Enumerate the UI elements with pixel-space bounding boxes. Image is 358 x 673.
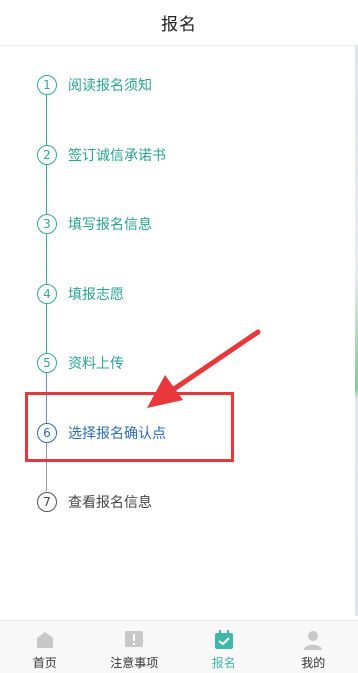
screen: 报名 1 阅读报名须知 2 签订诚信承诺书 3 填写报名信息 4 填报志愿 5 … bbox=[0, 0, 358, 673]
registration-icon bbox=[213, 629, 235, 651]
tab-home[interactable]: 首页 bbox=[0, 621, 90, 673]
user-icon bbox=[302, 629, 324, 651]
tab-label: 注意事项 bbox=[110, 656, 159, 670]
tab-label: 报名 bbox=[211, 656, 236, 670]
tab-notice[interactable]: 注意事项 bbox=[90, 621, 180, 673]
tab-mine[interactable]: 我的 bbox=[269, 621, 358, 673]
tab-label: 首页 bbox=[32, 656, 57, 670]
tab-registration[interactable]: 报名 bbox=[179, 621, 269, 673]
home-icon bbox=[34, 629, 56, 651]
notice-icon bbox=[123, 629, 145, 651]
annotation-arrow-icon bbox=[147, 329, 261, 408]
tab-label: 我的 bbox=[301, 656, 326, 670]
bottom-tab-bar: 首页 注意事项 报名 我的 bbox=[0, 620, 358, 673]
